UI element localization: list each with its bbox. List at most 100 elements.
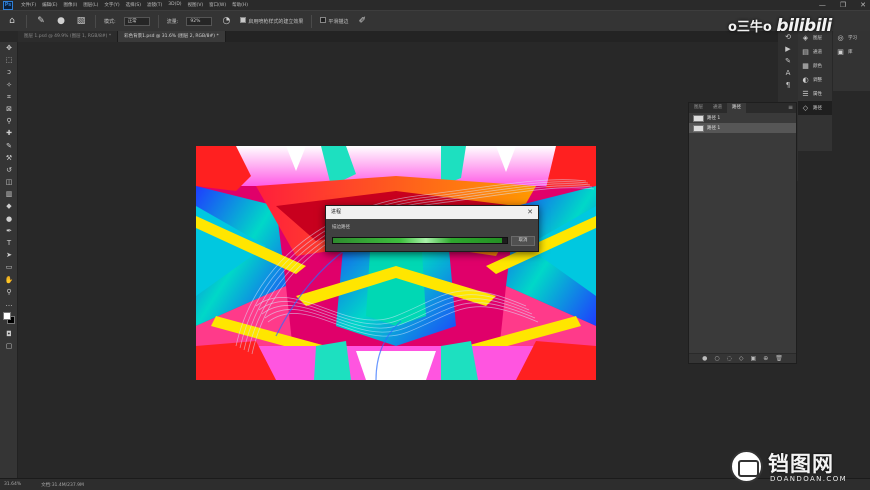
move-tool-icon[interactable]: ✥ — [0, 42, 18, 54]
marquee-tool-icon[interactable]: ⬚ — [0, 54, 18, 66]
brush-tool-icon[interactable]: ✎ — [0, 140, 18, 152]
separator — [157, 14, 159, 28]
paths-icon: ◇ — [802, 104, 809, 112]
clone-stamp-tool-icon[interactable]: ⚒ — [0, 152, 18, 164]
history-brush-tool-icon[interactable]: ↺ — [0, 164, 18, 176]
rectangle-tool-icon[interactable]: ▭ — [0, 261, 18, 273]
crop-tool-icon[interactable]: ⌗ — [0, 91, 18, 103]
magic-wand-tool-icon[interactable]: ✧ — [0, 79, 18, 91]
zoom-tool-icon[interactable]: ⚲ — [0, 286, 18, 298]
path-row[interactable]: 路径 1 — [689, 113, 796, 123]
character-icon[interactable]: A — [778, 67, 798, 79]
menu-item[interactable]: 图层(L) — [83, 2, 98, 8]
hand-tool-icon[interactable]: ✋ — [0, 274, 18, 286]
color-swatches[interactable] — [0, 310, 18, 328]
foreground-color-swatch[interactable] — [3, 312, 11, 321]
menu-item[interactable]: 文字(Y) — [104, 2, 119, 8]
brush-settings-icon[interactable]: ✎ — [778, 55, 798, 67]
mode-select[interactable]: 正常 — [123, 16, 150, 26]
checkbox-mark[interactable] — [240, 17, 247, 23]
minimize-button[interactable]: — — [819, 1, 826, 9]
dock-item[interactable]: ▦ 颜色 — [798, 59, 832, 73]
make-path-icon[interactable]: ◇ — [739, 355, 744, 362]
panel-menu-icon[interactable]: ≡ — [788, 103, 793, 113]
cancel-button[interactable]: 取消 — [511, 236, 535, 246]
paths-panel: 图层 通道 路径 ≡ 路径 1 路径 1 ● ○ ◌ ◇ ▣ ⊕ 🗑 — [688, 102, 797, 364]
load-selection-icon[interactable]: ◌ — [727, 355, 732, 362]
brush-size-icon[interactable]: ● — [55, 15, 67, 27]
lasso-tool-icon[interactable]: ↄ — [0, 66, 18, 78]
smoothing-checkbox[interactable]: 平滑描边 — [320, 17, 348, 25]
play-action-icon[interactable]: ▶ — [778, 43, 798, 55]
brush-angle-icon[interactable]: ✐ — [356, 15, 368, 27]
document-canvas-artwork[interactable] — [196, 146, 596, 380]
checkbox-mark[interactable] — [320, 17, 327, 23]
separator — [311, 14, 313, 28]
opacity-input[interactable]: 92% — [186, 16, 213, 26]
separator — [95, 14, 96, 28]
document-tab[interactable]: 图层 1.psd @ 49.9% (图层 1, RGB/8#) * — [18, 31, 119, 42]
site-url: DOANDOAN.COM — [770, 475, 848, 483]
dialog-close-icon[interactable]: ✕ — [527, 206, 533, 219]
panel-dock-column-2: ◎ 学习 ▣ 库 — [833, 31, 870, 91]
quick-mask-icon[interactable]: ◘ — [0, 328, 18, 340]
menu-item[interactable]: 帮助(H) — [232, 2, 248, 8]
zoom-level[interactable]: 31.64% — [4, 482, 21, 487]
brush-settings-icon[interactable]: ▧ — [75, 15, 87, 27]
path-selection-tool-icon[interactable]: ➤ — [0, 249, 18, 261]
menu-item[interactable]: 选择(S) — [126, 2, 141, 8]
pen-tool-icon[interactable]: ✒ — [0, 225, 18, 237]
dock-item[interactable]: ◐ 调整 — [798, 73, 832, 87]
menu-item[interactable]: 图像(I) — [63, 2, 77, 8]
menu-item[interactable]: 编辑(E) — [42, 2, 57, 8]
airbrush-checkbox[interactable]: 启用喷枪样式的建立效果 — [240, 17, 303, 25]
dock-item-label: 学习 — [848, 36, 857, 41]
menu-item[interactable]: 滤镜(T) — [147, 2, 162, 8]
paragraph-icon[interactable]: ¶ — [778, 79, 798, 91]
panel-tab[interactable]: 通道 — [708, 103, 727, 113]
home-icon[interactable]: ⌂ — [6, 15, 18, 27]
healing-brush-tool-icon[interactable]: ✚ — [0, 127, 18, 139]
path-name: 路径 1 — [707, 126, 721, 131]
dock-item[interactable]: ▤ 通道 — [798, 45, 832, 59]
brush-tool-preset-icon[interactable]: ✎ — [35, 15, 47, 27]
menu-item[interactable]: 文件(F) — [21, 2, 36, 8]
path-row[interactable]: 路径 1 — [689, 123, 796, 133]
eyedropper-tool-icon[interactable]: ⚲ — [0, 115, 18, 127]
progress-status-text: 描边路径 — [332, 225, 350, 230]
dock-item-label: 颜色 — [813, 64, 822, 69]
restore-button[interactable]: ❐ — [840, 1, 846, 9]
type-tool-icon[interactable]: T — [0, 237, 18, 249]
frame-tool-icon[interactable]: ⊠ — [0, 103, 18, 115]
progress-bar-fill — [333, 238, 502, 243]
dock-item[interactable]: ▣ 库 — [833, 45, 870, 59]
dock-item[interactable]: ◎ 学习 — [833, 31, 870, 45]
stroke-path-icon[interactable]: ○ — [714, 355, 719, 362]
dodge-tool-icon[interactable]: ● — [0, 213, 18, 225]
more-tools-icon[interactable]: … — [0, 298, 18, 310]
dock-item-label: 通道 — [813, 50, 822, 55]
window-controls: — ❐ ✕ — [819, 1, 866, 9]
panel-tab[interactable]: 图层 — [689, 103, 708, 113]
dock-item[interactable]: ◇ 路径 — [798, 101, 832, 115]
progress-dialog: 进程 ✕ 描边路径 取消 — [325, 205, 539, 252]
screen-mode-icon[interactable]: ▢ — [0, 340, 18, 352]
dock-item-label: 属性 — [813, 92, 822, 97]
document-tab[interactable]: 彩色背景1.psd @ 31.6% (图层 2, RGB/8#) * — [118, 31, 226, 42]
blur-tool-icon[interactable]: ◆ — [0, 200, 18, 212]
pressure-icon[interactable]: ◔ — [220, 15, 232, 27]
gradient-tool-icon[interactable]: ▥ — [0, 188, 18, 200]
add-mask-icon[interactable]: ▣ — [751, 355, 757, 362]
library-icon: ▣ — [837, 48, 844, 56]
close-window-button[interactable]: ✕ — [860, 1, 866, 9]
menu-item[interactable]: 视图(V) — [188, 2, 204, 8]
dock-item[interactable]: ☰ 属性 — [798, 87, 832, 101]
menu-item[interactable]: 窗口(W) — [209, 2, 226, 8]
new-path-icon[interactable]: ⊕ — [763, 355, 768, 362]
menu-item[interactable]: 3D(D) — [168, 2, 181, 8]
panel-tab[interactable]: 路径 — [727, 103, 746, 113]
opacity-label: 流量: — [166, 18, 179, 25]
eraser-tool-icon[interactable]: ◫ — [0, 176, 18, 188]
fill-path-icon[interactable]: ● — [702, 355, 707, 362]
delete-path-icon[interactable]: 🗑 — [775, 355, 783, 362]
